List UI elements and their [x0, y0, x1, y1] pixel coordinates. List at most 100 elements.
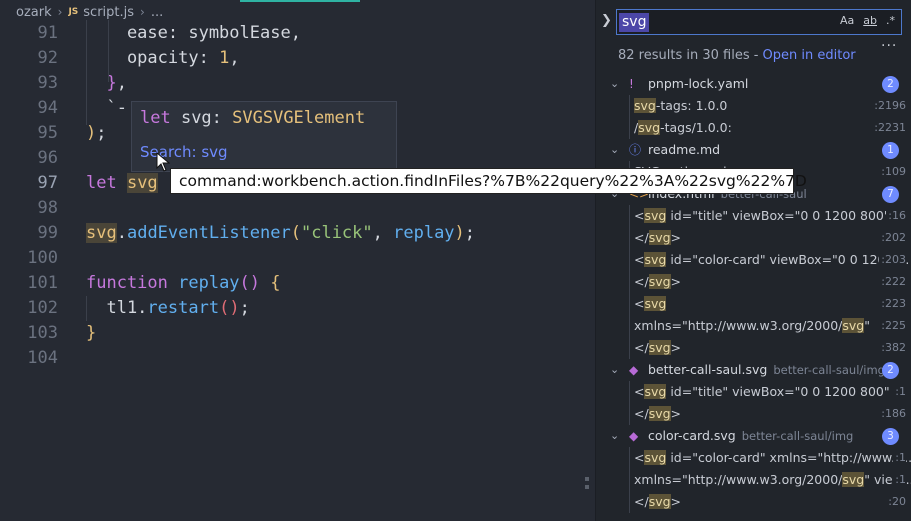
result-match-row[interactable]: </svg>:382 — [596, 337, 911, 359]
info-file-icon: ⓘ — [629, 143, 642, 157]
chevron-down-icon[interactable]: ⌄ — [610, 73, 619, 95]
editor-pane[interactable]: ozark › JS script.js › ... 91 ease: symb… — [0, 0, 595, 521]
match-count-badge: 3 — [882, 428, 899, 445]
hover-search-link[interactable]: Search: svg — [140, 143, 228, 161]
line-number: 102 — [27, 298, 58, 318]
regex-icon[interactable]: .* — [886, 14, 895, 27]
result-match-row[interactable]: </svg>:186 — [596, 403, 911, 425]
result-file-name: color-card.svg better-call-saul/img — [648, 428, 854, 443]
tree-indent-guide — [629, 205, 630, 359]
result-match-row[interactable]: <svg:223 — [596, 293, 911, 315]
result-match-row[interactable]: </svg>:222 — [596, 271, 911, 293]
match-highlight: svg — [648, 340, 671, 355]
code-line[interactable]: 91 ease: symbolEase, — [0, 21, 595, 46]
whole-word-icon[interactable]: ab — [863, 14, 877, 27]
line-number: 98 — [37, 198, 58, 218]
code-token: ) — [454, 223, 465, 243]
result-match-row[interactable]: <svg id="title" viewBox="0 0 1200 800">:… — [596, 205, 911, 227]
code-line[interactable]: 102 tl1.restart(); — [0, 296, 595, 321]
result-match-row[interactable]: xmlns="http://www.w3.org/2000/svg":225 — [596, 315, 911, 337]
more-actions-icon[interactable]: ... — [881, 34, 897, 50]
result-match-row[interactable]: </svg>:20 — [596, 491, 911, 513]
result-file-row[interactable]: ⌄ ◆ better-call-saul.svg better-call-saul/i… — [596, 359, 911, 381]
breadcrumb-folder[interactable]: ozark — [16, 5, 52, 20]
code-token: tl1. — [86, 298, 148, 318]
code-text[interactable]: }, — [86, 71, 127, 96]
code-line[interactable]: 104 — [0, 346, 595, 371]
scrollbar-grip-icon[interactable] — [580, 450, 594, 521]
code-token: opacity: — [86, 48, 220, 68]
svg-file-icon: ◆ — [629, 363, 639, 377]
yaml-file-icon: ! — [629, 77, 634, 91]
code-text[interactable]: function replay() { — [86, 271, 281, 296]
result-file-row[interactable]: ⌄! pnpm-lock.yaml 2 — [596, 73, 911, 95]
search-query-text[interactable]: svg — [619, 13, 650, 32]
line-number: 95 — [37, 123, 58, 143]
code-token: () — [239, 273, 261, 293]
code-line[interactable]: 93 }, — [0, 71, 595, 96]
result-match-row[interactable]: svg-tags: 1.0.0:2196 — [596, 95, 911, 117]
indent-guide — [86, 296, 87, 321]
code-text[interactable]: tl1.restart(); — [86, 296, 250, 321]
code-line[interactable]: 101 function replay() { — [0, 271, 595, 296]
tree-indent-guide — [629, 447, 630, 513]
result-file-row[interactable]: ⌄ ◆ color-card.svg better-call-saul/img 3 — [596, 425, 911, 447]
open-in-editor-link[interactable]: Open in editor — [763, 48, 856, 63]
code-token: "click" — [300, 223, 373, 243]
result-match-row[interactable]: <svg id="color-card" xmlns="http://www.w… — [596, 447, 911, 469]
match-line-number: :2196 — [872, 95, 906, 117]
chevron-down-icon[interactable]: ⌄ — [610, 425, 619, 447]
code-token: let — [86, 173, 127, 193]
code-line[interactable]: 99 svg.addEventListener("click", replay); — [0, 221, 595, 246]
match-line-number: :1 — [893, 381, 906, 403]
match-highlight: svg — [644, 296, 667, 311]
code-token: function — [86, 273, 179, 293]
code-token: ; — [239, 298, 250, 318]
breadcrumb-file[interactable]: script.js — [83, 5, 134, 20]
chevron-down-icon[interactable]: ⌄ — [610, 139, 619, 161]
hover-widget: let svg: SVGSVGElement Search: svg — [131, 101, 397, 172]
code-text[interactable]: opacity: 1, — [86, 46, 240, 71]
match-line-number: :1 — [893, 447, 906, 469]
result-file-name: readme.md — [648, 142, 721, 157]
code-text[interactable]: ); — [86, 121, 107, 146]
result-match-row[interactable]: xmlns="http://www.w3.org/2000/svg" view.… — [596, 469, 911, 491]
match-highlight: svg — [634, 98, 656, 113]
code-line[interactable]: 100 — [0, 246, 595, 271]
hover-signature: let svg: SVGSVGElement — [140, 108, 366, 128]
code-token: 1 — [219, 48, 230, 68]
match-line-number: :16 — [886, 205, 906, 227]
search-input[interactable]: svg Aa ab .* — [616, 9, 902, 35]
match-text: <svg id="title" viewBox="0 0 1200 800"> — [634, 208, 901, 223]
code-token: ) — [86, 123, 97, 143]
result-match-row[interactable]: /svg-tags/1.0.0::2231 — [596, 117, 911, 139]
match-count-badge: 2 — [882, 76, 899, 93]
code-text[interactable]: let svg — [86, 171, 158, 196]
match-line-number: :223 — [879, 293, 906, 315]
code-line[interactable]: 103} — [0, 321, 595, 346]
code-token: , — [372, 223, 394, 243]
match-line-number: :203 — [879, 249, 906, 271]
result-file-row[interactable]: ⌄ ⓘ readme.md 1 — [596, 139, 911, 161]
result-match-row[interactable]: <svg id="color-card" viewBox="0 0 1200 .… — [596, 249, 911, 271]
code-text[interactable]: `- — [86, 96, 126, 121]
code-token: replay — [393, 223, 455, 243]
code-text[interactable]: } — [86, 321, 96, 346]
breadcrumb-more[interactable]: ... — [151, 5, 163, 20]
code-token: ( — [290, 223, 301, 243]
result-match-row[interactable]: <svg id="title" viewBox="0 0 1200 800":1 — [596, 381, 911, 403]
chevron-down-icon[interactable]: ⌄ — [610, 359, 619, 381]
result-match-row[interactable]: </svg>:202 — [596, 227, 911, 249]
tree-indent-guide — [629, 381, 630, 425]
match-line-number: :202 — [879, 227, 906, 249]
code-line[interactable]: 98 — [0, 196, 595, 221]
match-line-number: :225 — [879, 315, 906, 337]
line-number: 94 — [37, 98, 58, 118]
match-case-icon[interactable]: Aa — [840, 14, 854, 27]
line-number: 91 — [37, 23, 58, 43]
chevron-right-icon[interactable]: ❯ — [601, 13, 612, 28]
code-line[interactable]: 92 opacity: 1, — [0, 46, 595, 71]
match-count-badge: 7 — [882, 186, 899, 203]
code-text[interactable]: ease: symbolEase, — [86, 21, 301, 46]
code-text[interactable]: svg.addEventListener("click", replay); — [86, 221, 475, 246]
